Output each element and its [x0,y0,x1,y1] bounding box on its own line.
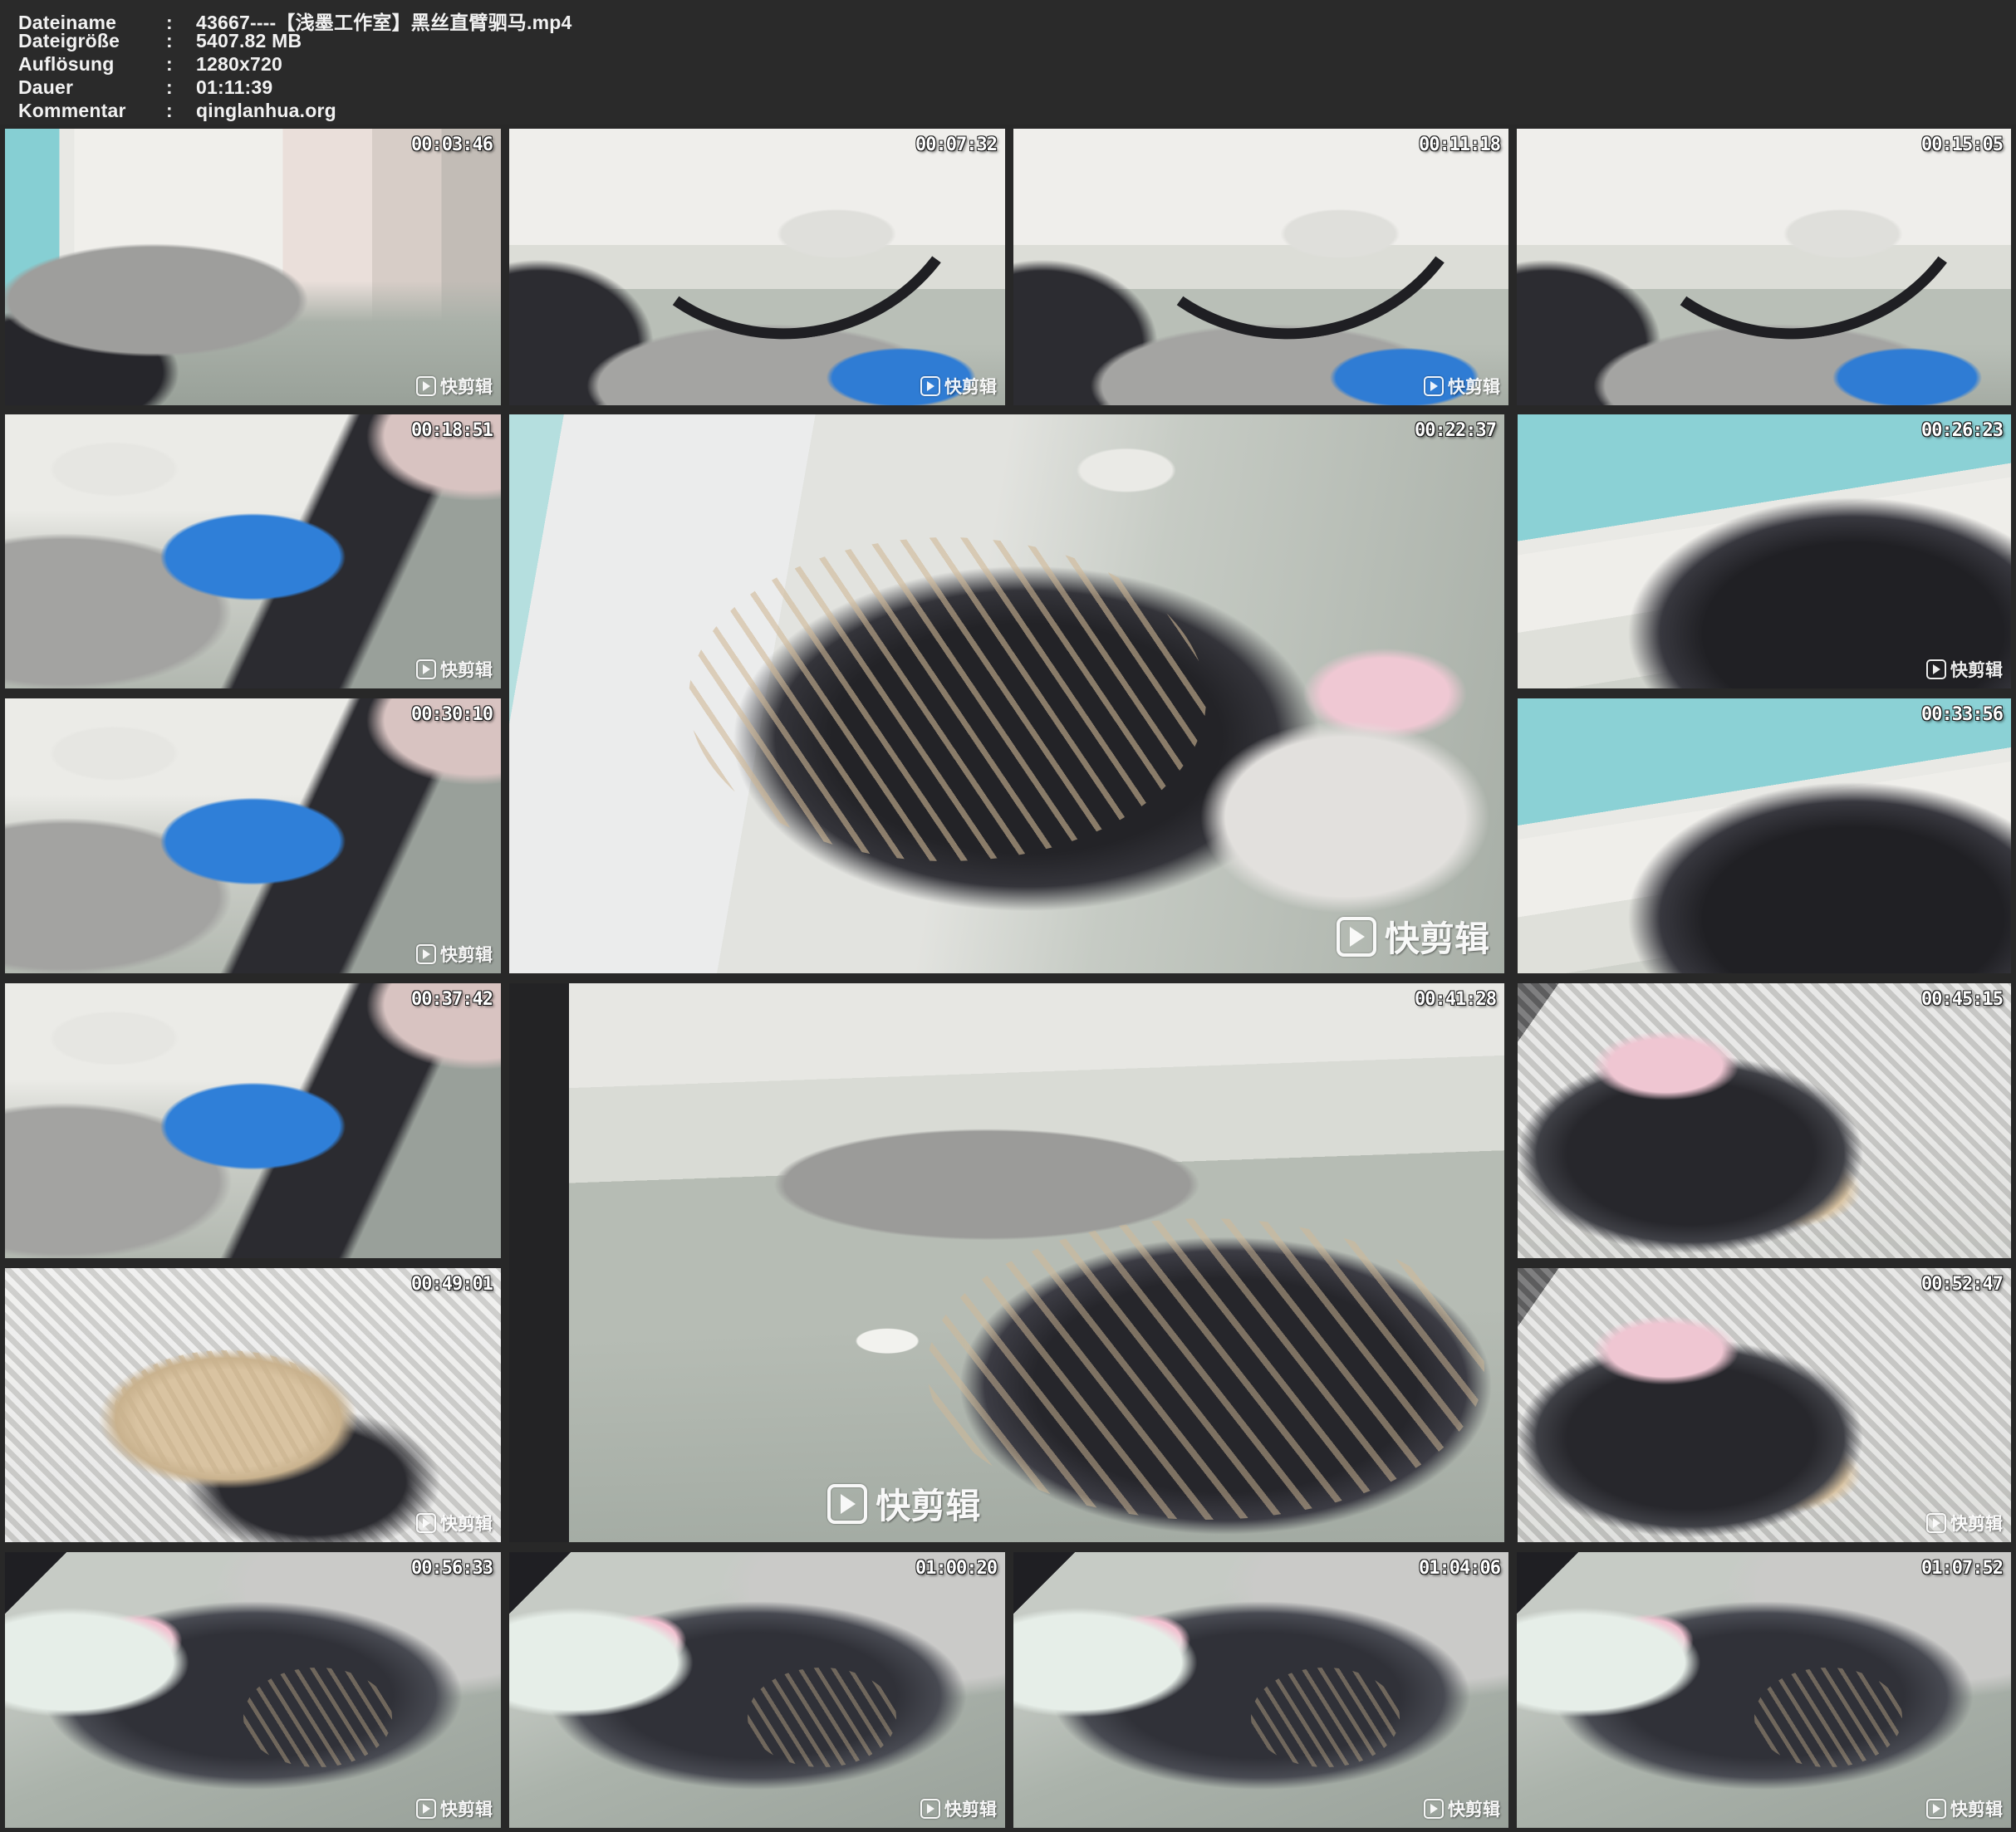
kuaijianji-logo-icon [1424,376,1444,396]
kuaijianji-watermark: 快剪辑 [416,657,493,682]
watermark-label: 快剪辑 [876,1478,980,1529]
kuaijianji-logo-icon [416,1799,436,1819]
kuaijianji-watermark: 快剪辑 [1337,911,1489,962]
timestamp-overlay: 00:11:18 [1419,135,1500,155]
kuaijianji-watermark: 快剪辑 [1424,1796,1500,1821]
kuaijianji-watermark: 快剪辑 [1926,1796,2003,1821]
filesize-value: 5407.82 MB [196,30,302,52]
kuaijianji-watermark: 快剪辑 [416,942,493,967]
watermark-label: 快剪辑 [944,374,997,399]
kuaijianji-watermark: 快剪辑 [416,1511,493,1536]
video-thumbnail: 01:00:20 快剪辑 [509,1552,1005,1828]
kuaijianji-watermark: 快剪辑 [1424,374,1500,399]
watermark-label: 快剪辑 [440,942,493,967]
timestamp-overlay: 00:03:46 [411,135,493,155]
resolution-value: 1280x720 [196,53,282,76]
kuaijianji-logo-icon [1926,1513,1946,1533]
video-thumbnail: 00:56:33 快剪辑 [5,1552,501,1828]
kuaijianji-logo-icon [1424,1799,1444,1819]
timestamp-overlay: 00:45:15 [1921,989,2003,1010]
kuaijianji-logo-icon [416,659,436,679]
kuaijianji-watermark: 快剪辑 [827,1478,980,1529]
kuaijianji-watermark: 快剪辑 [416,374,493,399]
field-label: Dauer [18,76,166,99]
video-thumbnail: 00:37:42 [5,983,501,1258]
timestamp-overlay: 00:33:56 [1921,704,2003,725]
kuaijianji-logo-icon [1337,917,1376,957]
video-thumbnail: 00:45:15 [1518,983,2011,1258]
kuaijianji-logo-icon [827,1484,867,1524]
file-info-row: Dateigröße : 5407.82 MB [18,30,302,52]
timestamp-overlay: 00:30:10 [411,704,493,725]
field-label: Kommentar [18,100,166,122]
watermark-label: 快剪辑 [440,1511,493,1536]
video-thumbnail: 01:07:52 快剪辑 [1517,1552,2011,1828]
comment-value: qinglanhua.org [196,100,336,122]
timestamp-overlay: 00:52:47 [1921,1274,2003,1295]
kuaijianji-logo-icon [416,944,436,964]
kuaijianji-logo-icon [920,376,940,396]
video-thumbnail-large: 00:41:28 快剪辑 [509,983,1504,1542]
watermark-label: 快剪辑 [1448,1796,1500,1821]
video-thumbnail: 00:11:18 快剪辑 [1013,129,1508,405]
watermark-label: 快剪辑 [1385,911,1489,962]
watermark-label: 快剪辑 [1950,1511,2003,1536]
field-separator: : [166,53,196,76]
timestamp-overlay: 00:37:42 [411,989,493,1010]
kuaijianji-watermark: 快剪辑 [416,1796,493,1821]
timestamp-overlay: 00:15:05 [1921,135,2003,155]
watermark-label: 快剪辑 [440,374,493,399]
kuaijianji-logo-icon [1926,1799,1946,1819]
video-thumbnail: 00:18:51 快剪辑 [5,414,501,688]
kuaijianji-logo-icon [1926,659,1946,679]
file-info-header: Dateiname : 43667----【浅墨工作室】黑丝直臂驷马.mp4 D… [0,0,2016,125]
timestamp-overlay: 01:00:20 [915,1558,997,1579]
timestamp-overlay: 00:18:51 [411,420,493,441]
video-thumbnail: 00:30:10 快剪辑 [5,698,501,973]
watermark-label: 快剪辑 [440,1796,493,1821]
file-info-row: Auflösung : 1280x720 [18,53,282,76]
watermark-label: 快剪辑 [1950,657,2003,682]
duration-value: 01:11:39 [196,76,272,99]
field-label: Auflösung [18,53,166,76]
video-thumbnail: 01:04:06 快剪辑 [1013,1552,1508,1828]
video-thumbnail: 00:26:23 快剪辑 [1518,414,2011,688]
field-separator: : [166,30,196,52]
watermark-label: 快剪辑 [1448,374,1500,399]
field-separator: : [166,76,196,99]
video-thumbnail: 00:07:32 快剪辑 [509,129,1005,405]
thumbnail-grid: 00:03:46 快剪辑 00:07:32 快剪辑 00:11:18 快剪辑 0… [0,125,2016,1832]
timestamp-overlay: 01:07:52 [1921,1558,2003,1579]
video-thumbnail-large: 00:22:37 快剪辑 [509,414,1504,973]
kuaijianji-watermark: 快剪辑 [920,1796,997,1821]
video-thumbnail: 00:15:05 [1517,129,2011,405]
timestamp-overlay: 00:26:23 [1921,420,2003,441]
kuaijianji-logo-icon [416,376,436,396]
timestamp-overlay: 00:41:28 [1415,989,1496,1010]
timestamp-overlay: 00:22:37 [1415,420,1496,441]
file-info-row: Kommentar : qinglanhua.org [18,100,336,122]
contact-sheet-page: { "header": { "rows": [ {"label": "Datei… [0,0,2016,1832]
watermark-label: 快剪辑 [944,1796,997,1821]
timestamp-overlay: 00:49:01 [411,1274,493,1295]
timestamp-overlay: 00:56:33 [411,1558,493,1579]
kuaijianji-watermark: 快剪辑 [1926,1511,2003,1536]
file-info-row: Dauer : 01:11:39 [18,76,272,99]
watermark-label: 快剪辑 [440,657,493,682]
field-separator: : [166,100,196,122]
video-thumbnail: 00:52:47 快剪辑 [1518,1268,2011,1542]
kuaijianji-watermark: 快剪辑 [920,374,997,399]
timestamp-overlay: 00:07:32 [915,135,997,155]
video-thumbnail: 00:03:46 快剪辑 [5,129,501,405]
kuaijianji-watermark: 快剪辑 [1926,657,2003,682]
kuaijianji-logo-icon [416,1513,436,1533]
kuaijianji-logo-icon [920,1799,940,1819]
timestamp-overlay: 01:04:06 [1419,1558,1500,1579]
field-label: Dateigröße [18,30,166,52]
video-thumbnail: 00:49:01 快剪辑 [5,1268,501,1542]
video-thumbnail: 00:33:56 [1518,698,2011,973]
watermark-label: 快剪辑 [1950,1796,2003,1821]
